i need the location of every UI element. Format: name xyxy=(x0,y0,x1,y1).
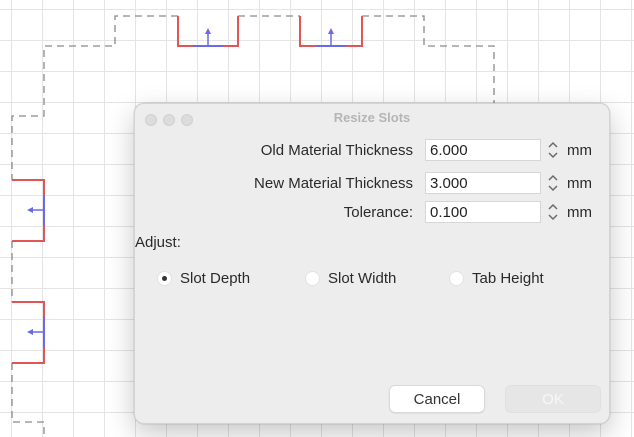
new-thickness-field[interactable] xyxy=(425,172,541,194)
radio-slot-width-label: Slot Width xyxy=(328,270,397,287)
ok-button[interactable]: OK xyxy=(505,385,601,413)
radio-slot-depth-label: Slot Depth xyxy=(180,270,251,287)
tolerance-field[interactable] xyxy=(425,201,541,223)
stepper-arrows-icon xyxy=(548,141,558,159)
old-thickness-unit: mm xyxy=(567,142,592,159)
tolerance-label: Tolerance: xyxy=(343,204,413,221)
radio-button-selected[interactable] xyxy=(157,271,172,286)
old-thickness-label: Old Material Thickness xyxy=(260,142,413,159)
top-slot-1 xyxy=(177,16,239,47)
tolerance-unit: mm xyxy=(567,204,592,221)
radio-button[interactable] xyxy=(305,271,320,286)
dialog-titlebar: Resize Slots xyxy=(135,104,609,132)
radio-tab-height[interactable]: Tab Height xyxy=(449,270,544,287)
radio-slot-depth[interactable]: Slot Depth xyxy=(157,270,250,287)
tolerance-stepper[interactable] xyxy=(545,201,561,223)
adjust-label: Adjust: xyxy=(135,234,181,251)
left-slot-2 xyxy=(12,301,45,364)
old-thickness-stepper[interactable] xyxy=(545,139,561,161)
new-thickness-unit: mm xyxy=(567,175,592,192)
dialog-title: Resize Slots xyxy=(333,110,411,125)
top-slot-2 xyxy=(299,16,363,47)
left-slot-1 xyxy=(12,179,45,242)
radio-button[interactable] xyxy=(449,271,464,286)
new-thickness-label: New Material Thickness xyxy=(254,175,413,192)
stepper-arrows-icon xyxy=(548,203,558,221)
radio-tab-height-label: Tab Height xyxy=(472,270,544,287)
resize-slots-dialog: Resize Slots Old Material Thickness mm N… xyxy=(134,103,610,424)
stepper-arrows-icon xyxy=(548,174,558,192)
old-thickness-field[interactable] xyxy=(425,139,541,161)
new-thickness-stepper[interactable] xyxy=(545,172,561,194)
radio-slot-width[interactable]: Slot Width xyxy=(305,270,396,287)
cancel-button[interactable]: Cancel xyxy=(389,385,485,413)
